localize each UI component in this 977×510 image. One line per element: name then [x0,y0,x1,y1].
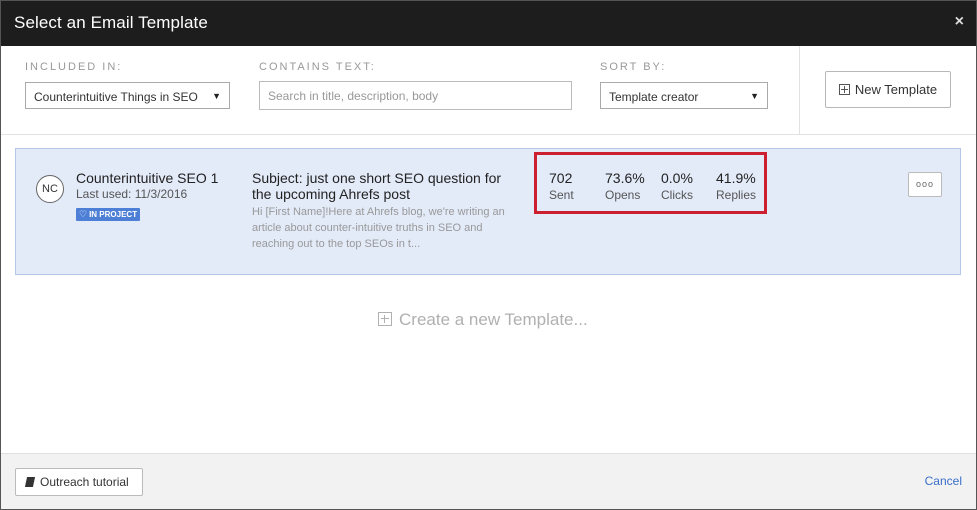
tutorial-label: Outreach tutorial [40,475,129,489]
template-preview: Hi [First Name]!Here at Ahrefs blog, we'… [252,206,505,250]
dialog-title: Select an Email Template [14,13,208,32]
sort-by-label: SORT BY: [600,61,667,73]
cancel-link[interactable]: Cancel [925,474,962,488]
template-subject: Subject: just one short SEO question for… [252,170,502,202]
included-in-value: Counterintuitive Things in SEO [34,90,198,104]
heart-icon: ♡ [79,209,88,219]
template-card[interactable]: NC Counterintuitive SEO 1 Last used: 11/… [15,148,961,275]
search-input[interactable]: Search in title, description, body [259,81,572,110]
contains-text-label: CONTAINS TEXT: [259,61,376,73]
in-project-badge: ♡ IN PROJECT [76,208,141,221]
create-template-link[interactable]: Create a new Template... [378,310,588,330]
chevron-down-icon: ▼ [750,91,759,101]
plus-box-icon [378,312,392,326]
create-template-label: Create a new Template... [399,310,588,329]
close-icon[interactable]: × [955,13,964,31]
avatar: NC [36,175,64,203]
included-in-label: INCLUDED IN: [25,61,123,73]
last-used: Last used: 11/3/2016 [76,187,188,201]
dialog-header: Select an Email Template × [1,1,976,46]
plus-box-icon [838,84,850,95]
stats-highlight-box [534,152,767,214]
new-template-label: New Template [854,82,938,97]
template-name: Counterintuitive SEO 1 [76,170,219,186]
included-in-select[interactable]: Counterintuitive Things in SEO ▼ [25,82,230,109]
select-template-dialog: Select an Email Template × INCLUDED IN: … [0,0,977,510]
outreach-tutorial-button[interactable]: Outreach tutorial [15,468,143,496]
chevron-down-icon: ▼ [212,91,221,101]
dialog-footer: Outreach tutorial Cancel [1,453,976,509]
filter-bar: INCLUDED IN: Counterintuitive Things in … [1,46,976,135]
book-icon [24,477,36,487]
divider [799,46,800,134]
new-template-button[interactable]: New Template [825,71,951,108]
sort-by-value: Template creator [609,90,699,104]
more-options-button[interactable]: ooo [908,172,942,197]
badge-label: IN PROJECT [89,210,138,219]
sort-by-select[interactable]: Template creator ▼ [600,82,768,109]
